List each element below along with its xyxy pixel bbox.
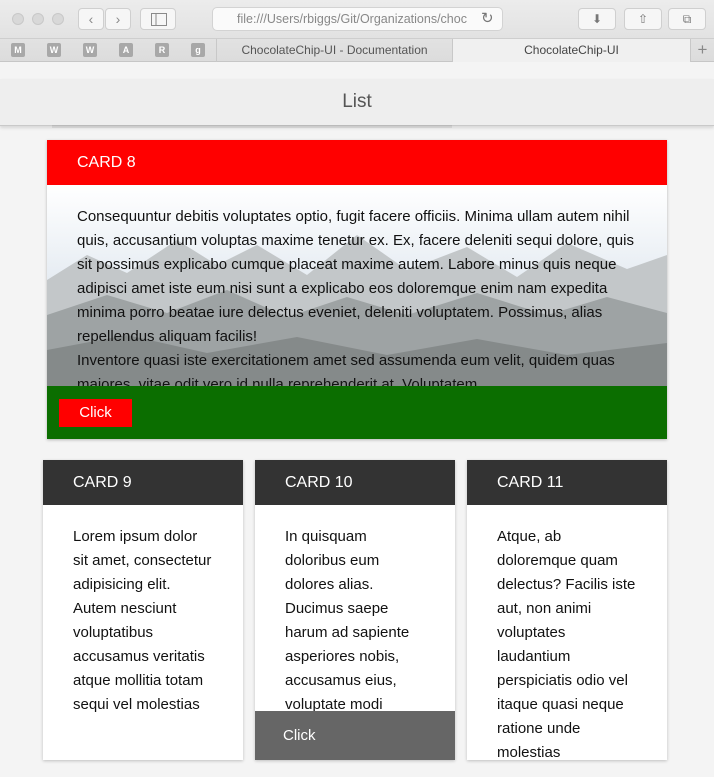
new-tab-button[interactable]: + (690, 39, 714, 62)
favorite-a-icon[interactable]: A (119, 43, 133, 57)
card-11: CARD 11 Atque, ab doloremque quam delect… (467, 460, 667, 760)
card-9: CARD 9 Lorem ipsum dolor sit amet, conse… (43, 460, 243, 760)
browser-chrome: ‹ › file:///Users/rbiggs/Git/Organizatio… (0, 0, 714, 62)
card-9-header: CARD 9 (43, 460, 243, 505)
card-10: CARD 10 In quisquam doloribus eum dolore… (255, 460, 455, 760)
tab-chocolatechip-ui[interactable]: ChocolateChip-UI (452, 39, 690, 62)
card-8: CARD 8 Consequuntur debitis voluptates o… (47, 140, 667, 439)
card-8-paragraph-1: Consequuntur debitis voluptates optio, f… (77, 208, 634, 345)
back-button[interactable]: ‹ (78, 8, 104, 30)
window-controls (12, 13, 64, 25)
download-icon: ⬇ (591, 12, 603, 26)
zoom-window-button[interactable] (52, 13, 64, 25)
card-8-footer: Click (47, 386, 667, 439)
favorite-google-icon[interactable]: g (191, 43, 205, 57)
share-button[interactable]: ⇧ (624, 8, 662, 30)
tab-documentation[interactable]: ChocolateChip-UI - Documentation (216, 39, 452, 62)
favorite-r-icon[interactable]: R (155, 43, 169, 57)
page-title: List (0, 79, 714, 126)
tabs-overview-button[interactable]: ⧉ (668, 8, 706, 30)
card-11-header: CARD 11 (467, 460, 667, 505)
sidebar-icon (151, 13, 167, 26)
close-window-button[interactable] (12, 13, 24, 25)
card-8-click-button[interactable]: Click (59, 399, 132, 427)
card-9-body: Lorem ipsum dolor sit amet, consectetur … (73, 528, 212, 713)
favorite-w-icon[interactable]: W (47, 43, 61, 57)
favorites-bar: M W W A R g ChocolateChip-UI - Documenta… (0, 38, 714, 62)
minimize-window-button[interactable] (32, 13, 44, 25)
downloads-button[interactable]: ⬇ (578, 8, 616, 30)
card-8-header: CARD 8 (47, 140, 667, 185)
address-bar[interactable]: file:///Users/rbiggs/Git/Organizations/c… (212, 7, 503, 31)
scroll-shadow (52, 125, 452, 128)
card-10-header: CARD 10 (255, 460, 455, 505)
sidebar-toggle-button[interactable] (140, 8, 176, 30)
chevron-left-icon: ‹ (88, 11, 94, 27)
favorite-w2-icon[interactable]: W (83, 43, 97, 57)
tabs-icon: ⧉ (682, 12, 692, 26)
favorite-m-icon[interactable]: M (11, 43, 25, 57)
card-8-body: Consequuntur debitis voluptates optio, f… (47, 185, 667, 386)
card-10-click-button[interactable]: Click (255, 711, 455, 760)
card-11-body: Atque, ab doloremque quam delectus? Faci… (497, 528, 636, 760)
reload-icon[interactable]: ↻ (481, 10, 494, 28)
share-icon: ⇧ (637, 12, 649, 26)
card-10-body: In quisquam doloribus eum dolores alias.… (285, 528, 410, 713)
card-8-text: Consequuntur debitis voluptates optio, f… (77, 205, 637, 386)
forward-button[interactable]: › (105, 8, 131, 30)
chevron-right-icon: › (115, 11, 121, 27)
card-8-paragraph-2: Inventore quasi iste exercitationem amet… (77, 352, 615, 386)
